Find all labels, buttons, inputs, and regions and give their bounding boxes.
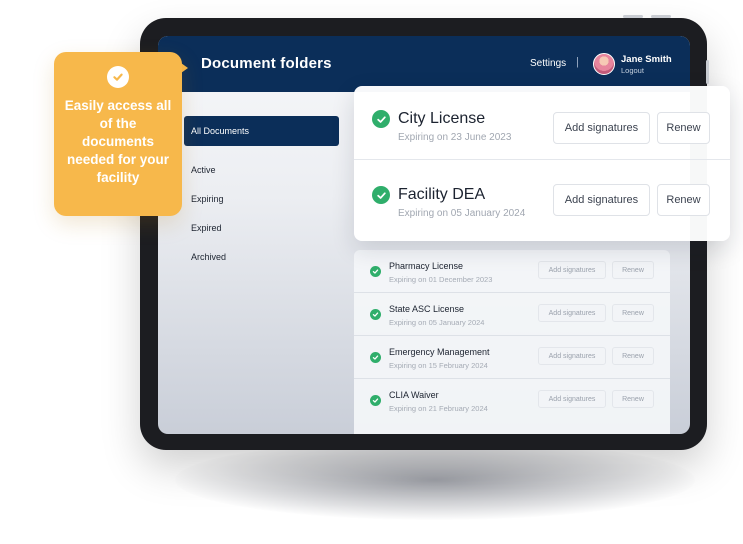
renew-button[interactable]: Renew (612, 390, 654, 408)
featured-documents-card: City License Expiring on 23 June 2023 Ad… (354, 86, 730, 241)
table-row: State ASC License Expiring on 05 January… (354, 293, 670, 336)
sidebar-item-expiring[interactable]: Expiring (184, 184, 339, 214)
logout-link[interactable]: Logout (621, 66, 644, 75)
add-signatures-button[interactable]: Add signatures (538, 390, 606, 408)
check-circle-icon (372, 186, 390, 204)
add-signatures-button[interactable]: Add signatures (538, 261, 606, 279)
document-name: Pharmacy License (389, 261, 464, 271)
tablet-power-button (651, 15, 671, 18)
featured-document-row: City License Expiring on 23 June 2023 Ad… (354, 86, 730, 160)
sidebar-item-label: Expiring (191, 194, 224, 204)
avatar[interactable] (593, 53, 615, 75)
callout-text: Easily access all of the documents neede… (64, 98, 172, 185)
sidebar-item-expired[interactable]: Expired (184, 213, 339, 243)
document-name: CLIA Waiver (389, 390, 439, 400)
sidebar-item-active[interactable]: Active (184, 155, 339, 185)
settings-link[interactable]: Settings (530, 58, 566, 69)
document-expiry: Expiring on 21 February 2024 (389, 404, 488, 413)
header-separator: | (576, 56, 579, 68)
renew-button[interactable]: Renew (657, 112, 710, 144)
page-title: Document folders (201, 55, 332, 72)
user-name: Jane Smith (621, 54, 672, 65)
tablet-volume-button (623, 15, 643, 18)
document-name: Emergency Management (389, 347, 490, 357)
document-expiry: Expiring on 05 January 2024 (398, 208, 526, 219)
sidebar: All Documents Active Expiring Expired Ar… (158, 92, 353, 434)
check-circle-icon (107, 66, 129, 88)
featured-document-row: Facility DEA Expiring on 05 January 2024… (354, 162, 730, 236)
document-name: Facility DEA (398, 186, 486, 203)
add-signatures-button[interactable]: Add signatures (538, 347, 606, 365)
renew-button[interactable]: Renew (612, 304, 654, 322)
table-row: Emergency Management Expiring on 15 Febr… (354, 336, 670, 379)
document-name: State ASC License (389, 304, 465, 314)
document-name: City License (398, 110, 486, 127)
add-signatures-button[interactable]: Add signatures (553, 184, 650, 216)
renew-button[interactable]: Renew (657, 184, 710, 216)
sidebar-item-label: Expired (191, 223, 222, 233)
document-expiry: Expiring on 01 December 2023 (389, 275, 493, 284)
add-signatures-button[interactable]: Add signatures (553, 112, 650, 144)
tablet-side-button (706, 60, 709, 84)
table-row: CLIA Waiver Expiring on 21 February 2024… (354, 379, 670, 422)
add-signatures-button[interactable]: Add signatures (538, 304, 606, 322)
app-header: Document folders Settings | Jane Smith L… (158, 36, 690, 92)
document-expiry: Expiring on 23 June 2023 (398, 132, 512, 143)
check-circle-icon (372, 110, 390, 128)
document-expiry: Expiring on 05 January 2024 (389, 318, 485, 327)
feature-callout: Easily access all of the documents neede… (54, 52, 182, 216)
check-circle-icon (370, 395, 381, 406)
check-circle-icon (370, 352, 381, 363)
renew-button[interactable]: Renew (612, 347, 654, 365)
sidebar-item-label: Active (191, 165, 216, 175)
sidebar-item-archived[interactable]: Archived (184, 242, 339, 272)
table-row: Pharmacy License Expiring on 01 December… (354, 250, 670, 293)
document-list: Pharmacy License Expiring on 01 December… (354, 250, 670, 434)
sidebar-item-all-documents[interactable]: All Documents (184, 116, 339, 146)
renew-button[interactable]: Renew (612, 261, 654, 279)
sidebar-item-label: All Documents (191, 126, 250, 136)
check-circle-icon (370, 309, 381, 320)
document-expiry: Expiring on 15 February 2024 (389, 361, 488, 370)
check-circle-icon (370, 266, 381, 277)
sidebar-item-label: Archived (191, 252, 227, 262)
device-shadow (175, 440, 695, 520)
